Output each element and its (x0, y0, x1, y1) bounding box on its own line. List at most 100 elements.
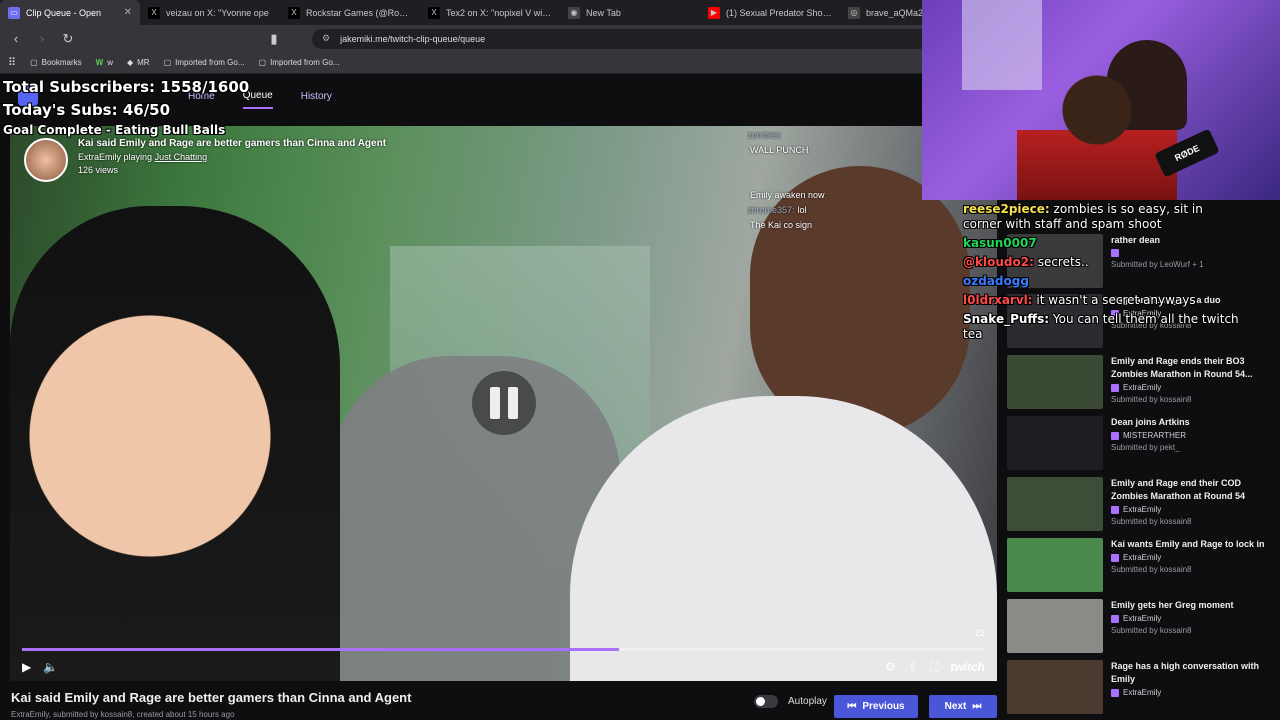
queue-item-text: Emily gets her Greg moment ExtraEmily Subm… (1111, 599, 1234, 655)
twitch-icon (1111, 383, 1119, 392)
avatar[interactable] (24, 138, 68, 182)
reload-icon[interactable]: ↻ (60, 31, 76, 47)
queue-item-title: Kai wants Emily and Rage to lock in (1111, 539, 1265, 549)
person-right (570, 166, 997, 681)
settings-icon[interactable]: ⚙ (885, 660, 896, 674)
twitch-icon (1111, 505, 1119, 514)
goal-overlay: Goal Complete - Eating Bull Balls (3, 123, 226, 137)
chat-text: lol (797, 205, 807, 215)
twitch-icon (1111, 614, 1119, 623)
twitch-icon (1111, 553, 1119, 562)
twitch-logo[interactable]: twitch (950, 660, 985, 674)
queue-thumbnail[interactable] (1007, 355, 1103, 409)
chat-username: zombies (747, 130, 781, 140)
volume-icon[interactable]: 🔈 (43, 660, 58, 674)
autoplay-label: Autoplay (788, 696, 827, 707)
queue-thumbnail[interactable] (1007, 660, 1103, 714)
channel-link[interactable]: ExtraEmily (78, 152, 121, 162)
queue-item[interactable]: Emily and Rage ends their BO3 Zombies Ma… (1007, 355, 1277, 411)
stream-chat-username: @kloudo2: (963, 255, 1034, 269)
current-clip-title: Kai said Emily and Rage are better gamer… (11, 690, 412, 705)
browser-tab[interactable]: ▭ Clip Queue - Open ✕ (0, 0, 140, 25)
queue-item[interactable]: Rage has a high conversation with Emily E… (1007, 660, 1277, 716)
pause-icon (508, 387, 518, 419)
person-shirt (570, 396, 997, 681)
twitch-icon (1111, 688, 1119, 697)
tab-favicon-icon: ▭ (8, 6, 20, 19)
queue-item[interactable]: Dean joins Artkins MISTERARTHER Submitted … (1007, 416, 1277, 472)
queue-item[interactable]: Kai wants Emily and Rage to lock in Extra… (1007, 538, 1277, 594)
tab-favicon-icon: ▶ (708, 6, 720, 19)
chat-text: Emily awaken now (750, 190, 825, 200)
bookmark-item[interactable]: Ww (96, 58, 113, 67)
queue-item-submitter: Submitted by kossain8 (1111, 517, 1192, 526)
autoplay-control[interactable]: Autoplay (754, 695, 827, 708)
in-video-chat-line: The Kai co sign (747, 220, 917, 230)
site-info-icon[interactable]: ⚙ (322, 33, 330, 44)
bookmark-item[interactable]: ▢ Imported from Go... (164, 58, 245, 67)
subs-total-overlay: Total Subscribers: 1558/1600 (3, 78, 250, 96)
queue-item-channel: ExtraEmily (1111, 383, 1277, 392)
clip-info: Kai said Emily and Rage are better gamer… (24, 138, 386, 182)
back-icon[interactable]: ‹ (8, 31, 24, 47)
forward-icon[interactable]: › (34, 31, 50, 47)
video-player[interactable]: Kai said Emily and Rage are better gamer… (10, 126, 997, 681)
queue-thumbnail[interactable] (1007, 538, 1103, 592)
w-icon: W (95, 58, 104, 67)
next-button[interactable]: Next ⏭ (929, 695, 997, 718)
queue-item-submitter: Submitted by pekt_ (1111, 443, 1180, 452)
pause-button[interactable] (472, 371, 536, 435)
queue-thumbnail[interactable] (1007, 599, 1103, 653)
browser-tab[interactable]: X Tex2 on X: "nopixel V will be a (420, 0, 560, 25)
channel-name: MISTERARTHER (1123, 431, 1186, 440)
fullscreen-icon[interactable]: ⛶ (930, 660, 938, 675)
queue-thumbnail[interactable] (1007, 477, 1103, 531)
stream-chat-username: Snake_Puffs: (963, 312, 1050, 326)
queue-item-submitter: Submitted by kossain8 (1111, 565, 1192, 574)
chat-text: The Kai co sign (750, 220, 813, 230)
apps-icon[interactable]: ⠿ (8, 56, 16, 69)
queue-item[interactable]: Emily and Rage end their COD Zombies Mar… (1007, 477, 1277, 533)
channel-name: ExtraEmily (1123, 688, 1162, 697)
browser-tab[interactable]: ◉ New Tab (560, 0, 700, 25)
player-controls: ▶ 🔈 ⚙ ⇪ ⛶ twitch (10, 656, 997, 678)
streamer-webcam: RØDE (922, 0, 1280, 200)
browser-tab[interactable]: X Rockstar Games (@RockstarG (280, 0, 420, 25)
queue-thumbnail[interactable] (1007, 416, 1103, 470)
chat-username: chrome357: (747, 205, 795, 215)
queue-item[interactable]: Emily gets her Greg moment ExtraEmily Subm… (1007, 599, 1277, 655)
time-badge: 22 (974, 628, 985, 638)
queue-item-title: Emily and Rage ends their BO3 Zombies Ma… (1111, 356, 1253, 379)
autoplay-toggle[interactable] (754, 695, 778, 708)
webcam-person (1017, 70, 1177, 200)
game-link[interactable]: Just Chatting (155, 152, 208, 162)
stream-chat-username: reese2piece: (963, 202, 1050, 216)
queue-item-text: Emily and Rage end their COD Zombies Mar… (1111, 477, 1277, 533)
folder-icon: ▢ (30, 58, 38, 67)
bookmark-item[interactable]: ◆ MR (127, 58, 150, 67)
previous-button[interactable]: ⏮ Previous (834, 695, 918, 718)
clip-title[interactable]: Kai said Emily and Rage are better gamer… (78, 138, 386, 149)
in-video-chat-line: chrome357: lol (747, 205, 917, 215)
queue-item-text: Kai wants Emily and Rage to lock in Extra… (1111, 538, 1265, 594)
stream-chat-message: reese2piece: zombies is so easy, sit in … (963, 202, 1243, 232)
nav-history[interactable]: History (301, 85, 332, 108)
channel-name: ExtraEmily (1123, 383, 1162, 392)
share-icon[interactable]: ⇪ (908, 660, 918, 674)
close-tab-icon[interactable]: ✕ (124, 7, 132, 18)
browser-tab[interactable]: Xveizau on X: "Yvonne ope (140, 0, 280, 25)
bookmark-item[interactable]: ▢ Bookmarks (30, 58, 82, 67)
bookmark-icon[interactable]: ▮ (266, 31, 282, 47)
channel-name: ExtraEmily (1123, 553, 1162, 562)
tab-title: (1) Sexual Predator Shoots (726, 7, 832, 18)
stream-chat-username: kasun0007 (963, 236, 1037, 250)
stream-chat-username: l0ldrxarvl: (963, 293, 1033, 307)
queue-item-text: Rage has a high conversation with Emily E… (1111, 660, 1277, 716)
bookmark-item[interactable]: ▢ Imported from Go... (259, 58, 340, 67)
tab-favicon-icon: ◉ (568, 6, 580, 19)
play-icon[interactable]: ▶ (22, 660, 31, 674)
progress-bar[interactable] (22, 648, 985, 651)
browser-tab[interactable]: ▶ (1) Sexual Predator Shoots (700, 0, 840, 25)
url-field[interactable]: ⚙ jakemiki.me/twitch-clip-queue/queue (312, 28, 952, 49)
tab-title: Tex2 on X: "nopixel V will be a (446, 7, 552, 18)
